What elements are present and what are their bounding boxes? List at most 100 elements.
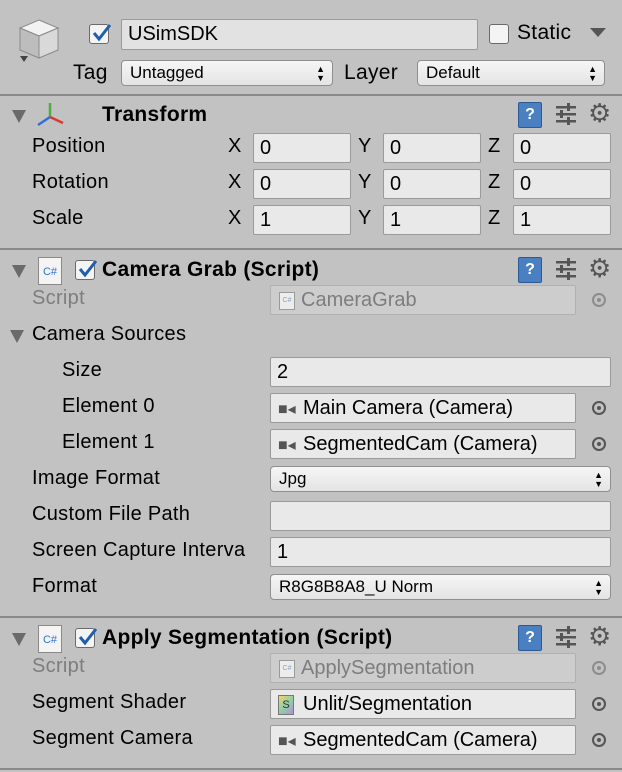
gear-icon[interactable]: ⚙ <box>588 98 611 129</box>
object-name-field[interactable]: USimSDK <box>121 19 478 50</box>
camera-icon: ■◂ <box>278 437 296 454</box>
transform-axes-icon <box>36 101 66 129</box>
rotation-label: Rotation <box>32 171 109 193</box>
image-format-label: Image Format <box>32 467 161 489</box>
tag-dropdown-value: Untagged <box>130 63 204 82</box>
format-label: Format <box>32 575 98 597</box>
image-format-value: Jpg <box>279 469 307 488</box>
help-book-icon[interactable]: ? <box>518 102 542 128</box>
position-y-axis-label: Y <box>358 135 372 157</box>
image-format-dropdown[interactable]: Jpg ▲ ▼ <box>270 466 611 492</box>
element-0-field[interactable]: ■◂ Main Camera (Camera) <box>270 393 576 423</box>
format-value: R8G8B8A8_U Norm <box>279 577 434 596</box>
script-label: Script <box>32 287 85 309</box>
custom-file-path-field[interactable] <box>270 501 611 531</box>
scale-label: Scale <box>32 207 84 229</box>
object-picker-icon[interactable] <box>592 401 606 415</box>
camera-icon: ■◂ <box>278 733 296 750</box>
divider <box>0 94 622 96</box>
camera-sources-label: Camera Sources <box>32 323 187 345</box>
layer-dropdown-value: Default <box>426 63 480 82</box>
segment-shader-label: Segment Shader <box>32 691 187 713</box>
transform-foldout-arrow-icon[interactable] <box>12 110 26 123</box>
camera-grab-enabled-checkbox[interactable] <box>75 260 98 280</box>
script-reference-value: CameraGrab <box>301 289 417 311</box>
camera-grab-title: Camera Grab (Script) <box>102 258 320 281</box>
size-label: Size <box>62 359 103 381</box>
scale-z-axis-label: Z <box>488 207 501 229</box>
segment-camera-field[interactable]: ■◂ SegmentedCam (Camera) <box>270 725 576 755</box>
apply-segmentation-title: Apply Segmentation (Script) <box>102 626 393 649</box>
updown-arrows-icon: ▲ ▼ <box>594 469 603 489</box>
layer-dropdown[interactable]: Default ▲ ▼ <box>417 60 605 86</box>
script-file-icon: C# <box>279 660 295 678</box>
position-z-field[interactable]: 0 <box>513 133 611 163</box>
scale-y-field[interactable]: 1 <box>383 205 481 235</box>
divider <box>0 616 622 618</box>
element-0-label: Element 0 <box>62 395 155 417</box>
scale-x-field[interactable]: 1 <box>253 205 351 235</box>
rotation-z-field[interactable]: 0 <box>513 169 611 199</box>
segment-shader-value: Unlit/Segmentation <box>303 693 472 715</box>
position-y-field[interactable]: 0 <box>383 133 481 163</box>
size-field[interactable]: 2 <box>270 357 611 387</box>
position-x-axis-label: X <box>228 135 242 157</box>
updown-arrows-icon: ▲ ▼ <box>316 63 325 83</box>
preset-sliders-icon[interactable] <box>555 102 577 126</box>
format-dropdown[interactable]: R8G8B8A8_U Norm ▲ ▼ <box>270 574 611 600</box>
element-0-value: Main Camera (Camera) <box>303 397 514 419</box>
updown-arrows-icon: ▲ ▼ <box>594 577 603 597</box>
object-picker-icon <box>592 293 606 307</box>
preset-sliders-icon[interactable] <box>555 257 577 281</box>
layer-label: Layer <box>344 61 399 84</box>
preset-sliders-icon[interactable] <box>555 625 577 649</box>
static-dropdown-arrow-icon[interactable] <box>590 28 606 37</box>
updown-arrows-icon: ▲ ▼ <box>588 63 597 83</box>
camera-grab-foldout-arrow-icon[interactable] <box>12 265 26 278</box>
screen-capture-interval-field[interactable]: 1 <box>270 537 611 567</box>
screen-capture-interval-label: Screen Capture Interva <box>32 539 246 561</box>
gear-icon[interactable]: ⚙ <box>588 621 611 652</box>
shader-icon: S <box>278 695 294 715</box>
tag-dropdown[interactable]: Untagged ▲ ▼ <box>121 60 333 86</box>
camera-sources-foldout-arrow-icon[interactable] <box>10 330 24 343</box>
divider <box>0 768 622 770</box>
rotation-z-axis-label: Z <box>488 171 501 193</box>
tag-label: Tag <box>73 61 108 84</box>
static-label: Static <box>517 21 572 44</box>
gameobject-cube-icon <box>16 16 62 64</box>
help-book-icon[interactable]: ? <box>518 257 542 283</box>
help-book-icon[interactable]: ? <box>518 625 542 651</box>
object-picker-icon[interactable] <box>592 437 606 451</box>
segment-camera-value: SegmentedCam (Camera) <box>303 729 538 751</box>
apply-segmentation-enabled-checkbox[interactable] <box>75 628 98 648</box>
scale-x-axis-label: X <box>228 207 242 229</box>
rotation-x-field[interactable]: 0 <box>253 169 351 199</box>
csharp-script-icon: C# <box>38 257 62 285</box>
object-picker-icon[interactable] <box>592 733 606 747</box>
segment-shader-field[interactable]: S Unlit/Segmentation <box>270 689 576 719</box>
script-label: Script <box>32 655 85 677</box>
object-picker-icon[interactable] <box>592 697 606 711</box>
scale-z-field[interactable]: 1 <box>513 205 611 235</box>
custom-file-path-label: Custom File Path <box>32 503 191 525</box>
camera-icon: ■◂ <box>278 401 296 418</box>
rotation-y-axis-label: Y <box>358 171 372 193</box>
position-x-field[interactable]: 0 <box>253 133 351 163</box>
element-1-label: Element 1 <box>62 431 155 453</box>
script-reference-value: ApplySegmentation <box>301 657 475 679</box>
inspector-panel: USimSDK Static Tag Untagged ▲ ▼ Layer Def… <box>0 0 622 772</box>
active-checkbox[interactable] <box>89 24 112 44</box>
static-checkbox[interactable] <box>489 24 509 44</box>
apply-segmentation-foldout-arrow-icon[interactable] <box>12 633 26 646</box>
gear-icon[interactable]: ⚙ <box>588 253 611 284</box>
position-z-axis-label: Z <box>488 135 501 157</box>
element-1-field[interactable]: ■◂ SegmentedCam (Camera) <box>270 429 576 459</box>
rotation-x-axis-label: X <box>228 171 242 193</box>
rotation-y-field[interactable]: 0 <box>383 169 481 199</box>
element-1-value: SegmentedCam (Camera) <box>303 433 538 455</box>
script-reference-field: C# ApplySegmentation <box>270 653 576 683</box>
transform-title: Transform <box>102 103 208 126</box>
scale-y-axis-label: Y <box>358 207 372 229</box>
object-picker-icon <box>592 661 606 675</box>
